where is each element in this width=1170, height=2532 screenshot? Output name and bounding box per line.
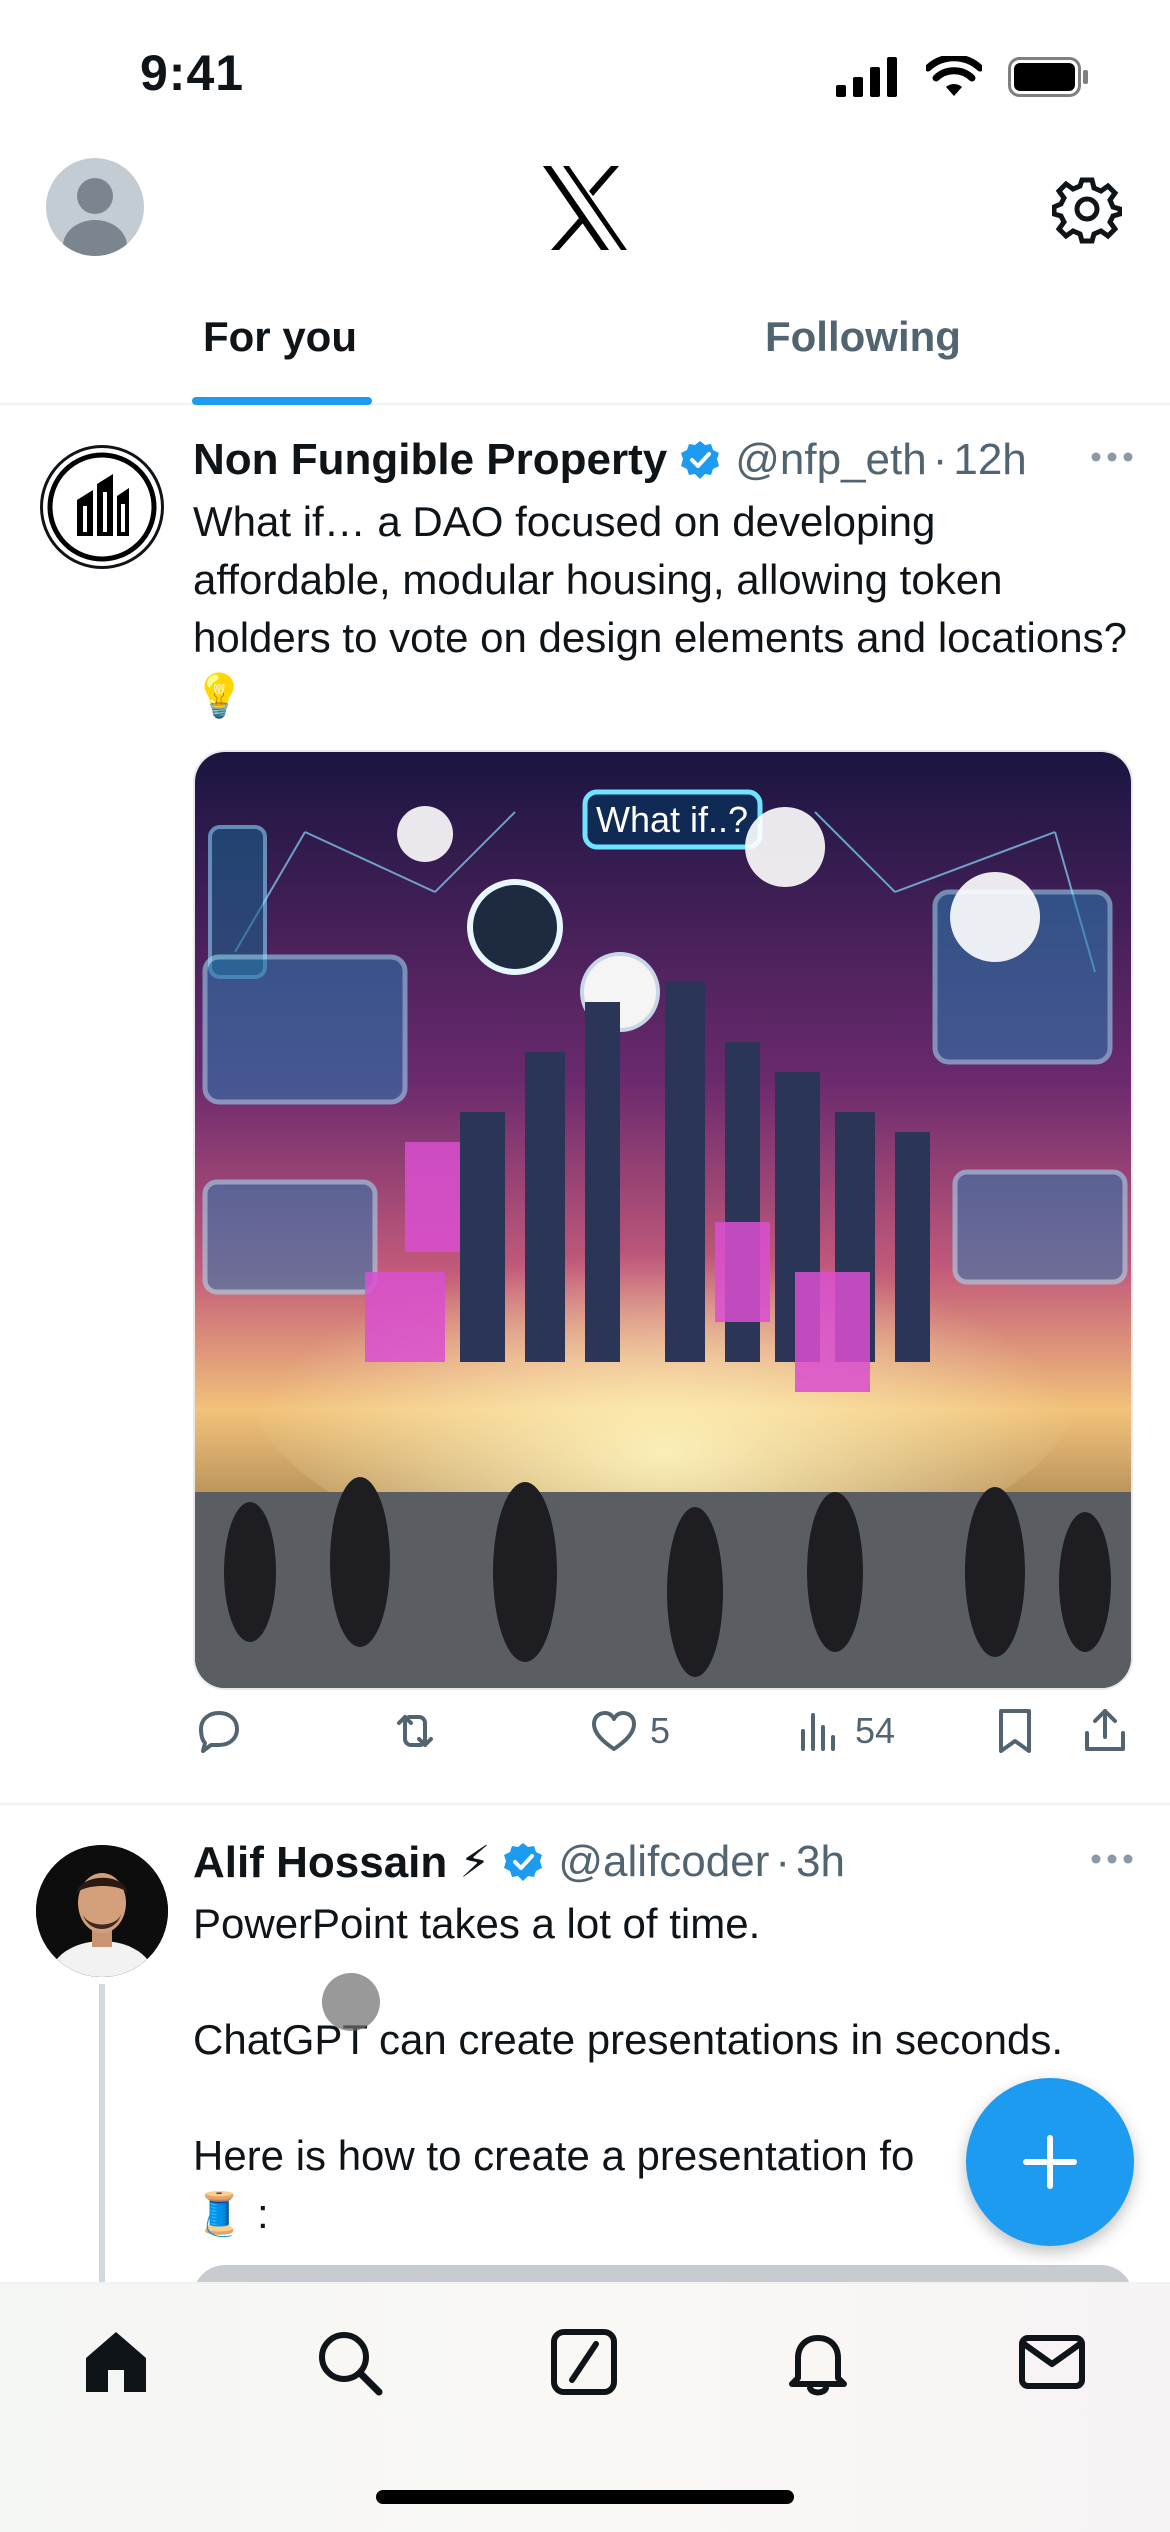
author-name[interactable]: Alif Hossain ⚡ xyxy=(193,1837,490,1888)
author-handle[interactable]: @alifcoder xyxy=(558,1837,769,1887)
heart-icon xyxy=(592,1711,636,1751)
more-options-icon[interactable] xyxy=(1090,1849,1134,1869)
status-time: 9:41 xyxy=(140,45,245,101)
default-avatar-icon xyxy=(63,178,127,256)
media-caption: What if..? xyxy=(596,799,748,840)
gear-icon[interactable] xyxy=(1052,174,1122,244)
dot-separator: · xyxy=(932,435,948,484)
person-photo xyxy=(36,1845,168,1977)
author-name[interactable]: Non Fungible Property xyxy=(193,435,667,485)
timeline-tabs: For you Following xyxy=(0,285,1170,405)
verified-badge-icon xyxy=(504,1843,543,1881)
plus-icon xyxy=(1023,2135,1077,2189)
dao-city-illustration: What if..? xyxy=(195,752,1131,1688)
mail-icon[interactable] xyxy=(1012,2322,1092,2402)
repost-button[interactable] xyxy=(389,1705,441,1757)
battery-icon xyxy=(1008,57,1088,97)
tab-following-label: Following xyxy=(765,313,961,360)
views-button[interactable]: 54 xyxy=(793,1705,895,1757)
views-icon xyxy=(801,1713,835,1751)
view-count: 54 xyxy=(855,1710,896,1751)
nfp-logo-icon xyxy=(47,452,157,562)
search-icon[interactable] xyxy=(309,2322,389,2402)
wifi-icon xyxy=(926,56,982,96)
touch-indicator xyxy=(322,1973,380,2031)
bookmark-button[interactable] xyxy=(989,1705,1041,1757)
post-header: Non Fungible Property @nfp_eth · 12h xyxy=(193,427,1134,493)
author-avatar[interactable] xyxy=(36,1845,168,1977)
reply-icon xyxy=(199,1711,239,1753)
profile-avatar[interactable] xyxy=(46,158,144,256)
bookmark-icon xyxy=(999,1709,1031,1753)
verified-badge-icon xyxy=(681,441,720,479)
share-button[interactable] xyxy=(1079,1705,1131,1757)
post-body: Non Fungible Property @nfp_eth · 12h Wha… xyxy=(193,427,1134,725)
post-header: Alif Hossain ⚡ @alifcoder · 3h xyxy=(193,1829,1134,1895)
header xyxy=(0,150,1170,265)
author-avatar[interactable] xyxy=(40,445,164,569)
active-tab-indicator xyxy=(192,397,372,405)
post-time: 3h xyxy=(796,1837,845,1886)
status-icons xyxy=(836,56,1090,98)
compose-button[interactable] xyxy=(966,2078,1134,2246)
dot-separator: · xyxy=(775,1837,791,1886)
post[interactable]: Non Fungible Property @nfp_eth · 12h Wha… xyxy=(0,405,1170,1805)
author-handle[interactable]: @nfp_eth xyxy=(735,435,926,485)
bell-icon[interactable] xyxy=(778,2322,858,2402)
share-icon xyxy=(1085,1709,1125,1751)
tab-for-you[interactable]: For you xyxy=(0,285,560,405)
like-button[interactable]: 5 xyxy=(588,1705,670,1757)
home-indicator xyxy=(376,2490,794,2504)
home-icon[interactable] xyxy=(76,2322,156,2402)
status-bar: 9:41 xyxy=(0,0,1170,150)
repost-icon xyxy=(397,1715,433,1747)
tab-for-you-label: For you xyxy=(203,313,357,360)
x-logo-icon[interactable] xyxy=(535,158,635,258)
thread-line xyxy=(99,1984,105,2284)
cellular-signal-icon xyxy=(836,57,897,97)
like-count: 5 xyxy=(650,1710,671,1751)
reply-button[interactable] xyxy=(193,1705,245,1757)
post-text: What if… a DAO focused on developing aff… xyxy=(193,498,1139,719)
post-time: 12h xyxy=(953,435,1027,484)
post-actions: 5 54 xyxy=(193,1705,1133,1785)
post-image[interactable]: What if..? xyxy=(193,750,1133,1690)
grok-icon[interactable] xyxy=(544,2322,624,2402)
tab-following[interactable]: Following xyxy=(560,285,1170,403)
more-options-icon[interactable] xyxy=(1090,447,1134,467)
